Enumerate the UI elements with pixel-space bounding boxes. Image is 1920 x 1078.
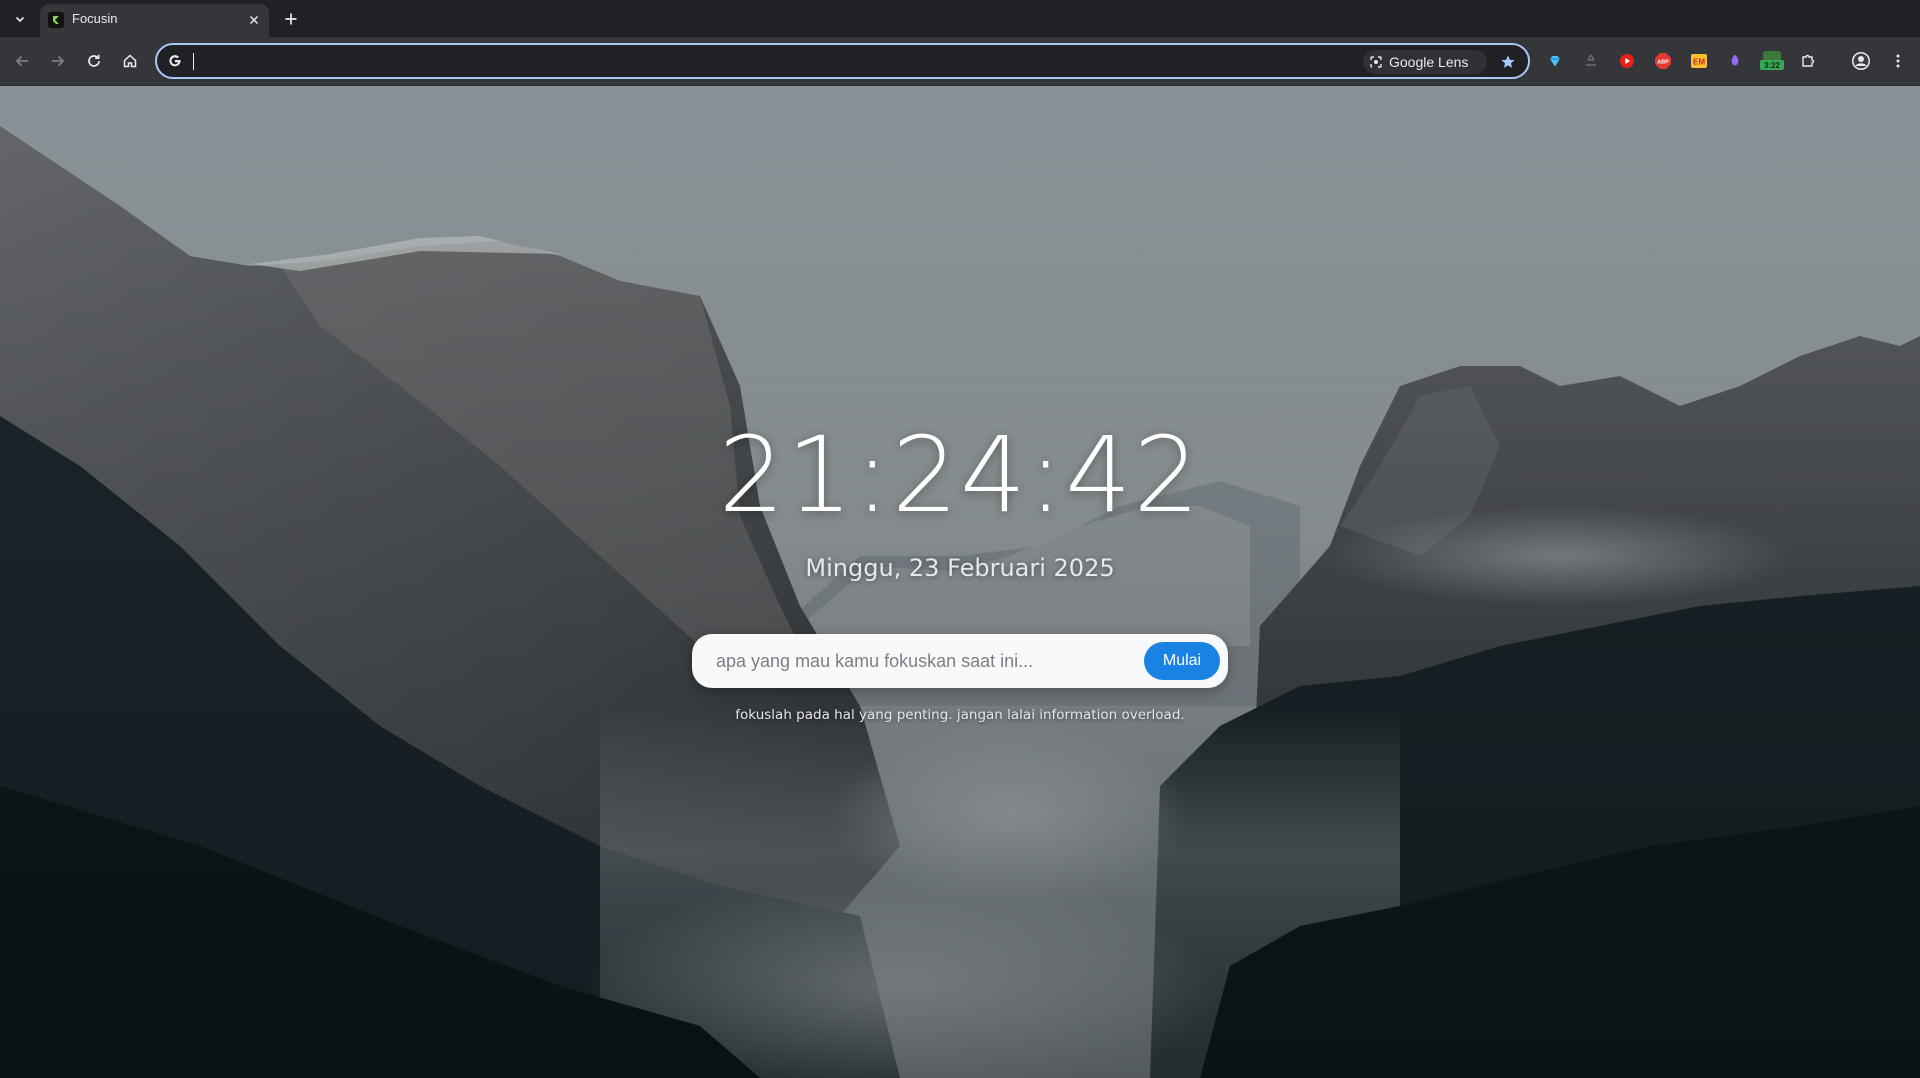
google-lens-label: Google Lens [1389,54,1469,70]
puzzle-extensions-icon[interactable] [1798,51,1818,71]
purple-extension-icon[interactable] [1725,51,1745,71]
tab-title: Focusin [72,11,118,26]
reload-icon[interactable] [82,49,106,73]
focus-form: Mulai [692,634,1228,688]
text-cursor [193,53,194,70]
google-lens-icon [1370,56,1382,68]
timer-extension-icon[interactable]: 3:22 [1759,51,1785,71]
date-display: Minggu, 23 Februari 2025 [805,554,1115,582]
start-button[interactable]: Mulai [1144,642,1220,680]
profile-avatar-icon[interactable] [1851,51,1871,71]
back-icon[interactable] [10,49,34,73]
focus-center-panel: 21:24:42 Minggu, 23 Februari 2025 Mulai … [0,86,1920,1078]
gem-extension-icon[interactable] [1545,51,1565,71]
tab-focusin[interactable]: Focusin [40,4,269,37]
clock-display: 21:24:42 [718,414,1202,536]
tagline: fokuslah pada hal yang penting. jangan l… [735,707,1185,723]
svg-text:EM: EM [1693,58,1705,67]
tab-close-icon[interactable] [246,12,262,28]
google-g-icon [166,52,184,70]
youtube-extension-icon[interactable] [1617,51,1637,71]
bookmark-star-icon[interactable] [1497,51,1519,73]
focusin-logo-icon [48,12,64,28]
tab-search-chevron-icon[interactable] [9,8,31,30]
browser-toolbar: Google Lens ABP EM 3:22 [0,37,1920,86]
recycle-extension-icon[interactable] [1581,51,1601,71]
new-tab-plus-icon[interactable] [280,8,302,30]
em-extension-icon[interactable]: EM [1689,51,1709,71]
focus-input[interactable] [716,648,1136,674]
svg-text:ABP: ABP [1657,60,1669,66]
focusin-page: 21:24:42 Minggu, 23 Februari 2025 Mulai … [0,86,1920,1078]
adblock-plus-icon[interactable]: ABP [1653,51,1673,71]
google-lens-button[interactable]: Google Lens [1363,50,1487,74]
address-bar[interactable]: Google Lens [155,43,1530,79]
kebab-menu-icon[interactable] [1888,51,1908,71]
home-icon[interactable] [118,49,142,73]
forward-icon[interactable] [46,49,70,73]
svg-text:3:22: 3:22 [1764,61,1781,70]
tab-strip: Focusin [0,0,1920,37]
